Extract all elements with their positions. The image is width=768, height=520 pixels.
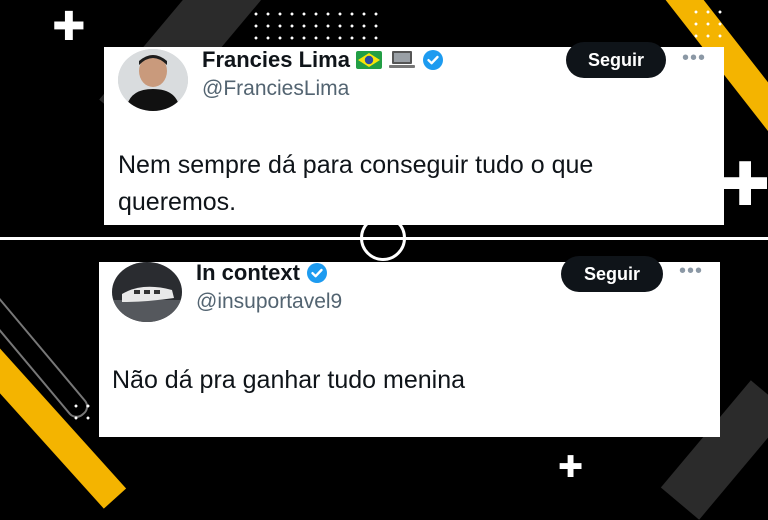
avatar-photo <box>112 262 182 322</box>
user-handle[interactable]: @FranciesLima <box>202 77 349 101</box>
display-name[interactable]: Francies Lima <box>202 47 350 73</box>
tweet-text: Não dá pra ganhar tudo menina <box>112 366 466 394</box>
follow-button[interactable]: Seguir <box>561 256 663 292</box>
display-name[interactable]: In context <box>196 260 300 286</box>
laptop-icon <box>388 51 415 68</box>
follow-button[interactable]: Seguir <box>566 42 666 78</box>
verified-icon <box>306 263 327 283</box>
plus-icon-right: ✚ <box>720 150 768 220</box>
avatar-photo <box>118 49 188 111</box>
plus-icon-top-left: ✚ <box>52 4 86 50</box>
tweet-text: Nem sempre dá para conseguir tudo o que … <box>118 151 594 216</box>
more-options-icon[interactable]: ••• <box>682 47 706 70</box>
more-options-icon[interactable]: ••• <box>679 260 703 283</box>
avatar[interactable] <box>112 262 182 322</box>
dot-grid-right <box>690 6 726 46</box>
plus-icon-bottom: ✚ <box>558 450 584 485</box>
dot-grid-top <box>250 8 380 44</box>
dot-grid-left <box>70 400 96 426</box>
brazil-flag-icon <box>355 51 382 69</box>
user-handle[interactable]: @insuportavel9 <box>196 290 342 314</box>
avatar[interactable] <box>118 49 188 111</box>
tweet-card-2: In context @insuportavel9 Seguir ••• Não… <box>99 256 720 437</box>
tweet-card-1: Francies Lima @FranciesLima Seguir ••• N… <box>104 42 724 225</box>
verified-icon <box>422 50 443 70</box>
